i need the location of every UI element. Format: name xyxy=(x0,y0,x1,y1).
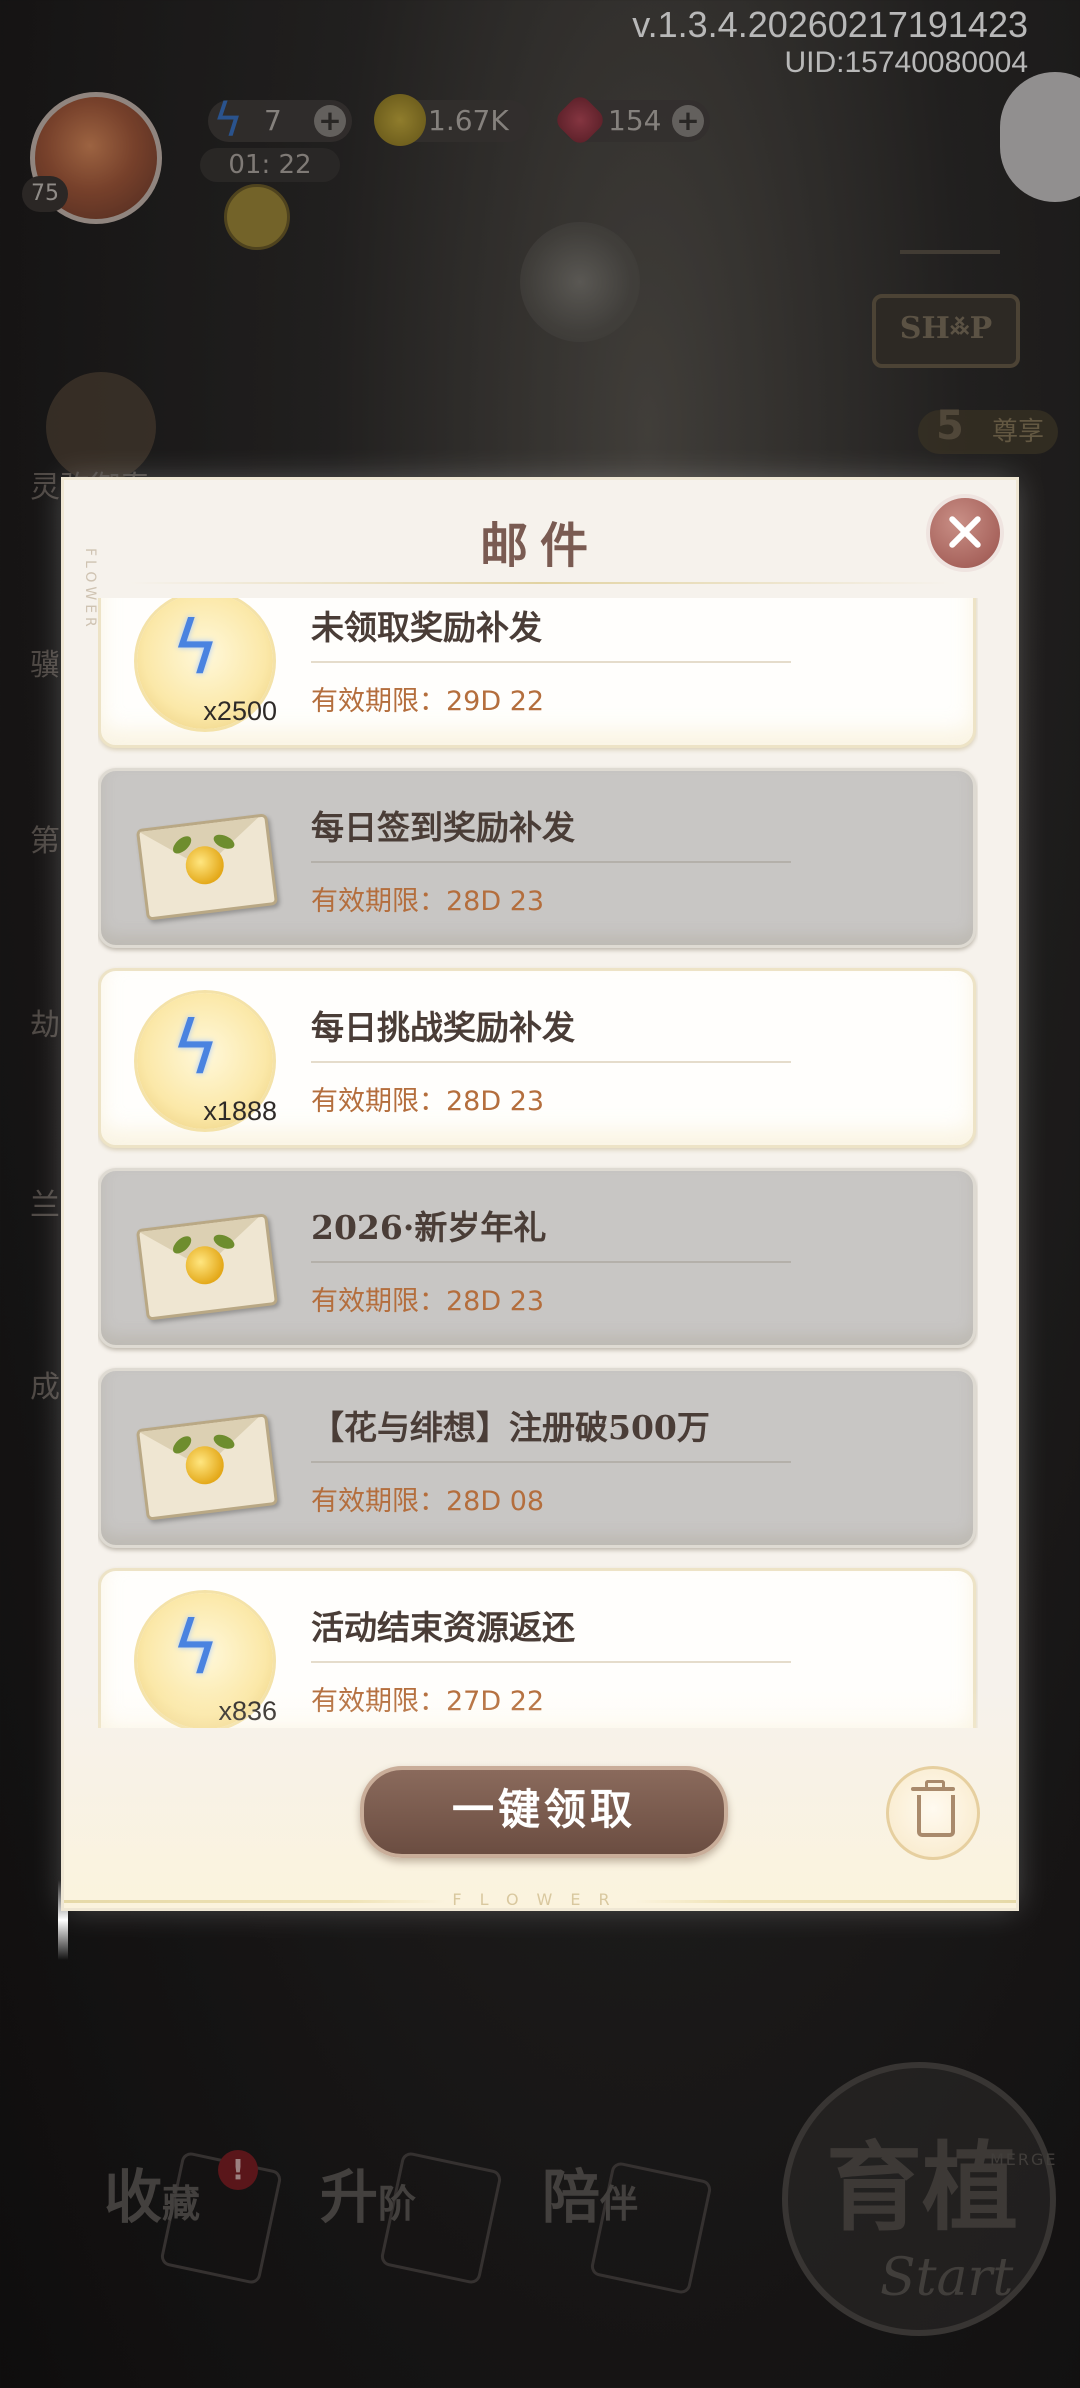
mail-title: 活动结束资源返还 xyxy=(311,1608,575,1647)
mail-title: 每日挑战奖励补发 xyxy=(311,1008,575,1047)
footer-decoration: FLOWER xyxy=(452,1890,628,1909)
lightning-icon: ϟ xyxy=(171,605,220,691)
mail-dialog: 邮件 FLOWER ϟ x2500 未领取奖励补发 有效期限：29D 22 每日… xyxy=(64,480,1016,1909)
mail-title: 【花与绯想】注册破500万 xyxy=(311,1408,710,1447)
mail-expiry: 有效期限：28D 23 xyxy=(311,886,545,917)
claim-all-button[interactable]: 一键领取 xyxy=(360,1766,728,1858)
envelope-icon xyxy=(135,1413,279,1521)
mail-item[interactable]: 每日签到奖励补发 有效期限：28D 23 xyxy=(98,768,976,948)
reward-quantity: x2500 xyxy=(203,696,277,726)
mail-item[interactable]: ϟ x2500 未领取奖励补发 有效期限：29D 22 xyxy=(98,598,976,748)
mail-title: 每日签到奖励补发 xyxy=(311,808,575,847)
close-button[interactable] xyxy=(926,494,1004,572)
dialog-title: 邮件 xyxy=(479,518,600,574)
mail-expiry: 有效期限：28D 23 xyxy=(311,1086,545,1117)
mail-item[interactable]: ϟ x1888 每日挑战奖励补发 有效期限：28D 23 xyxy=(98,968,976,1148)
mail-expiry: 有效期限：27D 22 xyxy=(311,1686,545,1717)
mail-divider xyxy=(311,661,791,663)
mail-divider xyxy=(311,1261,791,1263)
mail-divider xyxy=(311,1461,791,1463)
lightning-icon: ϟ xyxy=(171,1605,220,1691)
mail-divider xyxy=(311,1061,791,1063)
mail-list[interactable]: ϟ x2500 未领取奖励补发 有效期限：29D 22 每日签到奖励补发 有效期… xyxy=(98,598,978,1728)
energy-reward-icon: ϟ x2500 xyxy=(137,598,277,729)
energy-reward-icon: ϟ x1888 xyxy=(137,993,277,1129)
reward-quantity: x836 xyxy=(218,1696,277,1726)
envelope-icon xyxy=(135,1213,279,1321)
mail-item[interactable]: 【花与绯想】注册破500万 有效期限：28D 08 xyxy=(98,1368,976,1548)
lightning-icon: ϟ xyxy=(171,1005,220,1091)
mail-expiry: 有效期限：29D 22 xyxy=(311,686,545,717)
mail-expiry: 有效期限：28D 23 xyxy=(311,1286,545,1317)
mail-divider xyxy=(311,861,791,863)
envelope-icon xyxy=(135,813,279,921)
mail-title: 未领取奖励补发 xyxy=(311,608,542,647)
energy-reward-icon: ϟ x836 xyxy=(137,1593,277,1728)
mail-item[interactable]: ϟ x836 活动结束资源返还 有效期限：27D 22 xyxy=(98,1568,976,1728)
mail-expiry: 有效期限：28D 08 xyxy=(311,1486,545,1517)
reward-quantity: x1888 xyxy=(203,1096,277,1126)
mail-title: 2026·新岁年礼 xyxy=(311,1208,547,1247)
title-divider xyxy=(128,582,952,584)
side-decoration: FLOWER xyxy=(82,548,98,631)
mail-divider xyxy=(311,1661,791,1663)
delete-read-button[interactable] xyxy=(886,1766,980,1860)
mail-item[interactable]: 2026·新岁年礼 有效期限：28D 23 xyxy=(98,1168,976,1348)
